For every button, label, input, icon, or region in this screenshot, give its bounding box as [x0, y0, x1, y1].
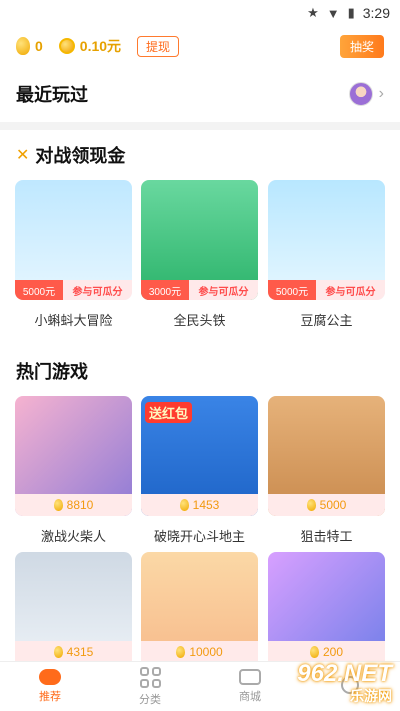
cash-balance: 0.10元	[58, 36, 121, 56]
bean-icon	[179, 499, 189, 511]
hot-section-header: 热门游戏	[16, 358, 88, 384]
battery-icon: ▮	[347, 5, 355, 20]
chevron-right-icon[interactable]: ›	[379, 85, 384, 103]
star-icon: ★	[307, 5, 319, 20]
hot-game-card[interactable]: 5000 狙击特工	[268, 396, 385, 545]
nav-label: 商城	[239, 691, 261, 703]
hot-game-card[interactable]: 8810 激战火柴人	[15, 396, 132, 545]
bean-icon	[53, 646, 63, 658]
join-tag: 参与可瓜分	[63, 280, 132, 300]
thumb-footer: 5000元 参与可瓜分	[268, 280, 385, 300]
hot-game-card[interactable]: 4315	[15, 552, 132, 672]
game-name: 豆腐公主	[300, 313, 353, 328]
crossed-swords-icon: ✕	[16, 147, 30, 164]
battle-section-title: 对战领现金	[35, 146, 126, 166]
game-thumbnail[interactable]: 5000	[268, 396, 385, 516]
recent-played-title: 最近玩过	[16, 85, 88, 105]
nav-shop[interactable]: 商城	[200, 662, 300, 711]
player-count: 10000	[141, 641, 258, 663]
game-name: 激战火柴人	[40, 529, 106, 544]
game-thumbnail[interactable]: 200	[268, 552, 385, 672]
hot-section-title: 热门游戏	[16, 362, 88, 382]
top-bar: 0 0.10元 提现 抽奖	[0, 30, 400, 62]
battle-section-header: ✕ 对战领现金	[16, 142, 125, 168]
lottery-button[interactable]: 抽奖	[339, 34, 384, 58]
nav-category[interactable]: 分类	[100, 662, 200, 711]
recent-played-row[interactable]: 最近玩过 ›	[0, 74, 400, 114]
bean-icon	[16, 37, 30, 55]
recent-game-avatar[interactable]	[348, 82, 373, 106]
red-packet-badge: 送红包	[145, 402, 193, 423]
beans-balance: 0	[16, 37, 43, 55]
game-thumbnail[interactable]: 10000	[141, 552, 258, 672]
player-count: 8810	[15, 494, 132, 516]
game-name: 狙击特工	[300, 529, 353, 544]
bean-icon	[176, 646, 186, 658]
hot-game-card[interactable]: 200	[268, 552, 385, 672]
prize-tag: 5000元	[15, 280, 63, 300]
grid-icon	[139, 666, 161, 688]
nav-label: 推荐	[39, 691, 61, 703]
game-thumbnail[interactable]: 送红包 1453	[141, 396, 258, 516]
shop-icon	[239, 669, 261, 685]
game-name: 全民头铁	[173, 313, 226, 328]
player-count: 1453	[141, 494, 258, 516]
coin-icon	[58, 38, 75, 54]
gamepad-icon	[39, 669, 61, 685]
site-watermark: 962.NET 乐游网	[297, 660, 392, 705]
game-name: 破晓开心斗地主	[153, 529, 245, 544]
bean-icon	[53, 499, 63, 511]
status-bar: ★ ▼ ▮ 3:29	[0, 0, 400, 26]
game-name: 小蝌蚪大冒险	[34, 313, 113, 328]
game-thumbnail[interactable]: 5000元 参与可瓜分	[268, 180, 385, 300]
battle-game-card[interactable]: 3000元 参与可瓜分 全民头铁	[141, 180, 258, 329]
section-divider	[0, 122, 400, 130]
battle-game-card[interactable]: 5000元 参与可瓜分 豆腐公主	[268, 180, 385, 329]
bean-icon	[309, 646, 319, 658]
battle-game-card[interactable]: 5000元 参与可瓜分 小蝌蚪大冒险	[15, 180, 132, 329]
withdraw-button[interactable]: 提现	[137, 35, 180, 57]
wifi-icon: ▼	[326, 5, 340, 21]
nav-recommend[interactable]: 推荐	[0, 662, 100, 711]
prize-tag: 3000元	[141, 280, 189, 300]
join-tag: 参与可瓜分	[189, 280, 258, 300]
nav-label: 分类	[139, 693, 161, 706]
hot-game-card[interactable]: 10000	[141, 552, 258, 672]
player-count: 4315	[15, 641, 132, 663]
thumb-footer: 5000元 参与可瓜分	[15, 280, 132, 300]
hot-game-card[interactable]: 送红包 1453 破晓开心斗地主	[141, 396, 258, 545]
clock: 3:29	[362, 5, 390, 21]
game-thumbnail[interactable]: 5000元 参与可瓜分	[15, 180, 132, 300]
game-thumbnail[interactable]: 3000元 参与可瓜分	[141, 180, 258, 300]
prize-tag: 5000元	[268, 280, 316, 300]
player-count: 5000	[268, 494, 385, 516]
bean-icon	[306, 499, 316, 511]
join-tag: 参与可瓜分	[316, 280, 385, 300]
thumb-footer: 3000元 参与可瓜分	[141, 280, 258, 300]
game-thumbnail[interactable]: 8810	[15, 396, 132, 516]
game-thumbnail[interactable]: 4315	[15, 552, 132, 672]
